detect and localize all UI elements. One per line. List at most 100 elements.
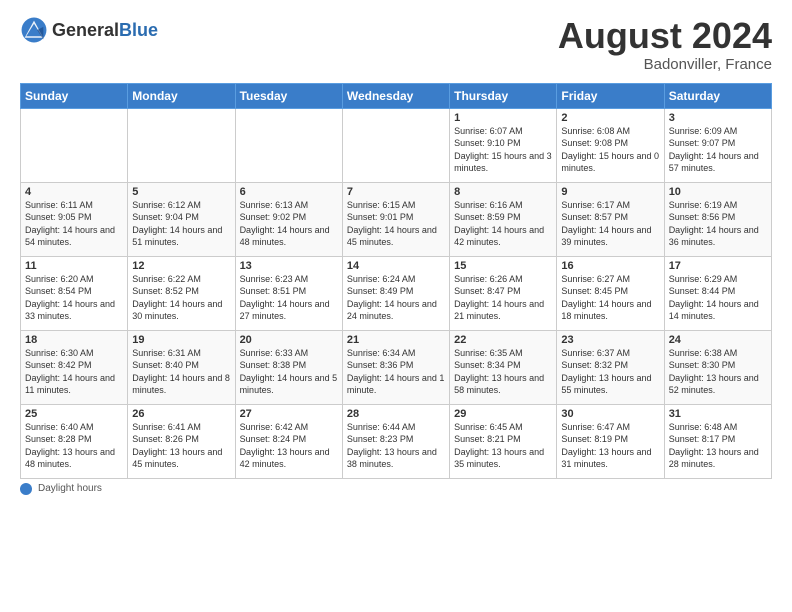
day-number: 7 <box>347 186 445 198</box>
day-info: Sunrise: 6:30 AM Sunset: 8:42 PM Dayligh… <box>25 347 123 397</box>
logo-blue: Blue <box>119 20 158 40</box>
day-number: 5 <box>132 186 230 198</box>
day-number: 24 <box>669 334 767 346</box>
calendar-week-row: 1Sunrise: 6:07 AM Sunset: 9:10 PM Daylig… <box>21 108 772 182</box>
day-number: 11 <box>25 260 123 272</box>
day-info: Sunrise: 6:42 AM Sunset: 8:24 PM Dayligh… <box>240 421 338 471</box>
calendar-week-row: 11Sunrise: 6:20 AM Sunset: 8:54 PM Dayli… <box>21 256 772 330</box>
table-row: 7Sunrise: 6:15 AM Sunset: 9:01 PM Daylig… <box>342 182 449 256</box>
day-number: 15 <box>454 260 552 272</box>
day-number: 19 <box>132 334 230 346</box>
day-info: Sunrise: 6:29 AM Sunset: 8:44 PM Dayligh… <box>669 273 767 323</box>
day-info: Sunrise: 6:24 AM Sunset: 8:49 PM Dayligh… <box>347 273 445 323</box>
day-number: 27 <box>240 408 338 420</box>
day-info: Sunrise: 6:08 AM Sunset: 9:08 PM Dayligh… <box>561 125 659 175</box>
day-number: 20 <box>240 334 338 346</box>
day-number: 28 <box>347 408 445 420</box>
day-number: 26 <box>132 408 230 420</box>
day-info: Sunrise: 6:12 AM Sunset: 9:04 PM Dayligh… <box>132 199 230 249</box>
day-number: 29 <box>454 408 552 420</box>
day-info: Sunrise: 6:31 AM Sunset: 8:40 PM Dayligh… <box>132 347 230 397</box>
header-friday: Friday <box>557 83 664 108</box>
day-number: 9 <box>561 186 659 198</box>
table-row: 1Sunrise: 6:07 AM Sunset: 9:10 PM Daylig… <box>450 108 557 182</box>
month-year-title: August 2024 <box>558 16 772 56</box>
calendar-header-row: Sunday Monday Tuesday Wednesday Thursday… <box>21 83 772 108</box>
day-number: 31 <box>669 408 767 420</box>
logo-general: General <box>52 20 119 40</box>
table-row: 17Sunrise: 6:29 AM Sunset: 8:44 PM Dayli… <box>664 256 771 330</box>
table-row <box>128 108 235 182</box>
footer-dot-icon <box>20 483 32 495</box>
day-number: 2 <box>561 112 659 124</box>
day-info: Sunrise: 6:34 AM Sunset: 8:36 PM Dayligh… <box>347 347 445 397</box>
day-info: Sunrise: 6:47 AM Sunset: 8:19 PM Dayligh… <box>561 421 659 471</box>
calendar-week-row: 25Sunrise: 6:40 AM Sunset: 8:28 PM Dayli… <box>21 404 772 478</box>
table-row: 15Sunrise: 6:26 AM Sunset: 8:47 PM Dayli… <box>450 256 557 330</box>
logo: GeneralBlue <box>20 16 158 44</box>
table-row: 5Sunrise: 6:12 AM Sunset: 9:04 PM Daylig… <box>128 182 235 256</box>
table-row: 29Sunrise: 6:45 AM Sunset: 8:21 PM Dayli… <box>450 404 557 478</box>
day-info: Sunrise: 6:16 AM Sunset: 8:59 PM Dayligh… <box>454 199 552 249</box>
title-block: August 2024 Badonviller, France <box>558 16 772 73</box>
table-row: 26Sunrise: 6:41 AM Sunset: 8:26 PM Dayli… <box>128 404 235 478</box>
day-number: 12 <box>132 260 230 272</box>
day-info: Sunrise: 6:41 AM Sunset: 8:26 PM Dayligh… <box>132 421 230 471</box>
location: Badonviller, France <box>558 56 772 73</box>
table-row: 8Sunrise: 6:16 AM Sunset: 8:59 PM Daylig… <box>450 182 557 256</box>
day-info: Sunrise: 6:38 AM Sunset: 8:30 PM Dayligh… <box>669 347 767 397</box>
table-row: 23Sunrise: 6:37 AM Sunset: 8:32 PM Dayli… <box>557 330 664 404</box>
table-row: 2Sunrise: 6:08 AM Sunset: 9:08 PM Daylig… <box>557 108 664 182</box>
table-row: 21Sunrise: 6:34 AM Sunset: 8:36 PM Dayli… <box>342 330 449 404</box>
day-info: Sunrise: 6:27 AM Sunset: 8:45 PM Dayligh… <box>561 273 659 323</box>
day-number: 8 <box>454 186 552 198</box>
table-row: 25Sunrise: 6:40 AM Sunset: 8:28 PM Dayli… <box>21 404 128 478</box>
day-info: Sunrise: 6:33 AM Sunset: 8:38 PM Dayligh… <box>240 347 338 397</box>
table-row: 18Sunrise: 6:30 AM Sunset: 8:42 PM Dayli… <box>21 330 128 404</box>
table-row: 24Sunrise: 6:38 AM Sunset: 8:30 PM Dayli… <box>664 330 771 404</box>
day-info: Sunrise: 6:44 AM Sunset: 8:23 PM Dayligh… <box>347 421 445 471</box>
footer-label: Daylight hours <box>38 483 102 494</box>
table-row <box>235 108 342 182</box>
day-info: Sunrise: 6:35 AM Sunset: 8:34 PM Dayligh… <box>454 347 552 397</box>
day-number: 22 <box>454 334 552 346</box>
table-row <box>342 108 449 182</box>
header-wednesday: Wednesday <box>342 83 449 108</box>
header-monday: Monday <box>128 83 235 108</box>
day-info: Sunrise: 6:40 AM Sunset: 8:28 PM Dayligh… <box>25 421 123 471</box>
table-row: 6Sunrise: 6:13 AM Sunset: 9:02 PM Daylig… <box>235 182 342 256</box>
day-info: Sunrise: 6:20 AM Sunset: 8:54 PM Dayligh… <box>25 273 123 323</box>
day-number: 1 <box>454 112 552 124</box>
header-tuesday: Tuesday <box>235 83 342 108</box>
day-number: 3 <box>669 112 767 124</box>
table-row: 16Sunrise: 6:27 AM Sunset: 8:45 PM Dayli… <box>557 256 664 330</box>
day-number: 4 <box>25 186 123 198</box>
day-info: Sunrise: 6:19 AM Sunset: 8:56 PM Dayligh… <box>669 199 767 249</box>
day-number: 17 <box>669 260 767 272</box>
day-info: Sunrise: 6:11 AM Sunset: 9:05 PM Dayligh… <box>25 199 123 249</box>
header-saturday: Saturday <box>664 83 771 108</box>
day-info: Sunrise: 6:26 AM Sunset: 8:47 PM Dayligh… <box>454 273 552 323</box>
table-row: 14Sunrise: 6:24 AM Sunset: 8:49 PM Dayli… <box>342 256 449 330</box>
day-info: Sunrise: 6:07 AM Sunset: 9:10 PM Dayligh… <box>454 125 552 175</box>
header: GeneralBlue August 2024 Badonviller, Fra… <box>20 16 772 73</box>
table-row: 19Sunrise: 6:31 AM Sunset: 8:40 PM Dayli… <box>128 330 235 404</box>
table-row: 3Sunrise: 6:09 AM Sunset: 9:07 PM Daylig… <box>664 108 771 182</box>
logo-icon <box>20 16 48 44</box>
day-info: Sunrise: 6:09 AM Sunset: 9:07 PM Dayligh… <box>669 125 767 175</box>
day-number: 30 <box>561 408 659 420</box>
day-info: Sunrise: 6:15 AM Sunset: 9:01 PM Dayligh… <box>347 199 445 249</box>
day-number: 16 <box>561 260 659 272</box>
calendar-week-row: 4Sunrise: 6:11 AM Sunset: 9:05 PM Daylig… <box>21 182 772 256</box>
day-number: 18 <box>25 334 123 346</box>
day-info: Sunrise: 6:23 AM Sunset: 8:51 PM Dayligh… <box>240 273 338 323</box>
table-row: 31Sunrise: 6:48 AM Sunset: 8:17 PM Dayli… <box>664 404 771 478</box>
table-row: 10Sunrise: 6:19 AM Sunset: 8:56 PM Dayli… <box>664 182 771 256</box>
day-number: 13 <box>240 260 338 272</box>
calendar-table: Sunday Monday Tuesday Wednesday Thursday… <box>20 83 772 479</box>
day-number: 6 <box>240 186 338 198</box>
footer-note: Daylight hours <box>20 483 772 495</box>
table-row: 13Sunrise: 6:23 AM Sunset: 8:51 PM Dayli… <box>235 256 342 330</box>
header-sunday: Sunday <box>21 83 128 108</box>
day-number: 21 <box>347 334 445 346</box>
